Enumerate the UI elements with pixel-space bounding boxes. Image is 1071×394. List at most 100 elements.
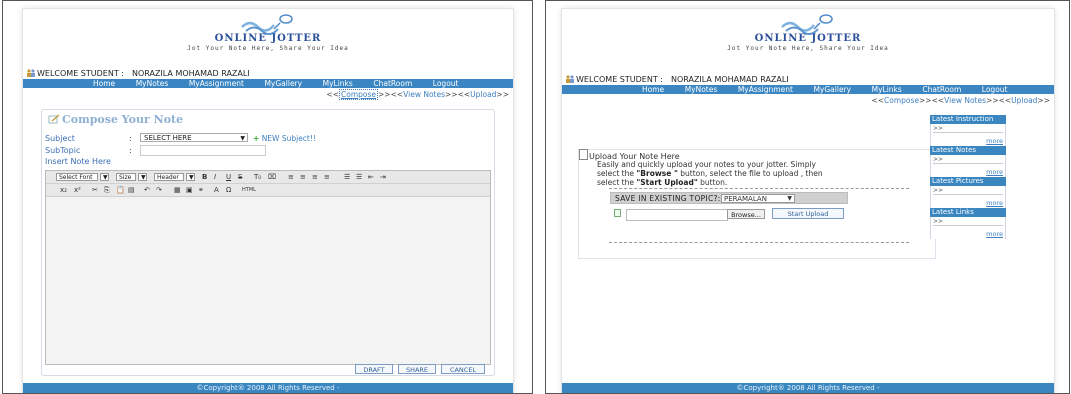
new-subject-text: NEW Subject!! — [261, 134, 316, 143]
redo-icon[interactable]: ↷ — [156, 186, 162, 194]
rich-text-editor: Select Font ▼ Size ▼ Header ▼ B I U S T₀… — [45, 170, 491, 365]
upload-form: Upload Your Note Here Easily and quickly… — [578, 149, 936, 259]
new-subject-link[interactable]: + NEW Subject!! — [253, 134, 316, 143]
file-path-input[interactable] — [626, 209, 728, 221]
subnav-separator: >><< — [378, 90, 404, 99]
chevron-down-icon: ▼ — [240, 135, 245, 142]
more-notes-link[interactable]: more — [986, 168, 1003, 176]
sidebar-box-pictures: >> more — [930, 186, 1006, 208]
subject-select[interactable]: SELECT HERE ▼ — [140, 133, 248, 142]
align-justify-icon[interactable]: ≡ — [324, 173, 330, 181]
cancel-button[interactable]: CANCEL — [441, 364, 485, 374]
welcome-bar: WELCOME STUDENT : NORAZILA MOHAMAD RAZALI — [26, 69, 250, 78]
cut-icon[interactable]: ✂ — [92, 186, 98, 194]
upload-desc-line: select the "Browse " button, select the … — [597, 169, 897, 178]
align-center-icon[interactable]: ≡ — [300, 173, 306, 181]
nav-mynotes[interactable]: MyNotes — [685, 85, 718, 94]
student-name: NORAZILA MOHAMAD RAZALI — [670, 75, 789, 84]
special-char-icon[interactable]: Ω — [226, 186, 231, 194]
copy-icon[interactable]: ⎘ — [104, 186, 110, 194]
nav-myassignment[interactable]: MyAssignment — [189, 79, 244, 88]
strikethrough-icon[interactable]: S — [238, 173, 242, 181]
outdent-icon[interactable]: ⇤ — [368, 173, 374, 181]
footer: ©Copyright® 2008 All Rights Reserved - — [562, 383, 1054, 393]
subnav-separator: >><< — [445, 90, 471, 99]
nav-chatroom[interactable]: ChatRoom — [373, 79, 412, 88]
spellcheck-icon[interactable]: A — [214, 186, 219, 194]
subscript-icon[interactable]: x₂ — [60, 186, 67, 194]
nav-myassignment[interactable]: MyAssignment — [738, 85, 793, 94]
nav-mylinks[interactable]: MyLinks — [323, 79, 353, 88]
more-links-link[interactable]: more — [986, 230, 1003, 238]
nav-mylinks[interactable]: MyLinks — [872, 85, 902, 94]
underline-icon[interactable]: U — [226, 173, 231, 181]
note-editor-area[interactable] — [46, 198, 490, 364]
draft-button[interactable]: DRAFT — [355, 364, 393, 374]
upload-desc-line: select the "Start Upload" button. — [597, 178, 897, 187]
paste-word-icon[interactable]: ▤ — [128, 186, 135, 194]
subnav-upload[interactable]: Upload — [470, 90, 496, 99]
subnav-view-notes[interactable]: View Notes — [403, 90, 445, 99]
subnav-compose[interactable]: Compose — [339, 89, 379, 100]
subject-row: Subject : SELECT HERE ▼ + NEW Subject!! — [45, 133, 316, 143]
header-dropdown[interactable]: Header — [154, 173, 184, 181]
site-logo[interactable]: ONLINE JOTTER Jot Your Note Here, Share … — [23, 11, 513, 52]
size-dropdown[interactable]: Size — [116, 173, 136, 181]
header-dropdown-arrow-icon[interactable]: ▼ — [186, 173, 195, 181]
topic-select[interactable]: PERAMALAN ▼ — [721, 194, 795, 203]
italic-icon[interactable]: I — [214, 173, 216, 181]
upload-page: ONLINE JOTTER Jot Your Note Here, Share … — [562, 9, 1054, 393]
link-icon[interactable]: ⚭ — [198, 186, 204, 194]
more-instruction-link[interactable]: more — [986, 137, 1003, 145]
font-dropdown[interactable]: Select Font — [56, 173, 98, 181]
subnav-separator: >><< — [986, 96, 1012, 105]
paste-icon[interactable]: 📋 — [116, 186, 125, 194]
undo-icon[interactable]: ↶ — [144, 186, 150, 194]
nav-mynotes[interactable]: MyNotes — [136, 79, 169, 88]
align-right-icon[interactable]: ≡ — [312, 173, 318, 181]
subtopic-input[interactable] — [140, 145, 266, 156]
notes-subnav: <<Compose>><<View Notes>><<Upload>> — [326, 89, 509, 100]
nav-logout[interactable]: Logout — [982, 85, 1008, 94]
nav-home[interactable]: Home — [642, 85, 664, 94]
more-pictures-link[interactable]: more — [986, 199, 1003, 207]
nav-mygallery[interactable]: MyGallery — [813, 85, 851, 94]
html-source-icon[interactable]: HTML — [242, 186, 256, 194]
site-logo[interactable]: ONLINE JOTTER Jot Your Note Here, Share … — [562, 11, 1054, 52]
start-upload-button[interactable]: Start Upload — [772, 208, 844, 219]
unordered-list-icon[interactable]: ☰ — [356, 173, 362, 181]
text-color-icon[interactable]: T₀ — [254, 173, 261, 181]
file-attach-icon — [614, 209, 621, 217]
highlight-icon[interactable]: ⌧ — [268, 173, 276, 181]
nav-home[interactable]: Home — [93, 79, 115, 88]
subject-select-value: SELECT HERE — [144, 134, 192, 142]
ordered-list-icon[interactable]: ☰ — [344, 173, 350, 181]
subnav-separator: << — [326, 90, 339, 99]
main-nav: Home MyNotes MyAssignment MyGallery MyLi… — [23, 79, 513, 88]
sidebar-arrow: >> — [933, 156, 944, 163]
align-left-icon[interactable]: ≡ — [288, 173, 294, 181]
compose-title-text: Compose Your Note — [62, 113, 184, 126]
table-icon[interactable]: ▦ — [174, 186, 181, 194]
subnav-compose[interactable]: Compose — [884, 96, 919, 105]
browse-button[interactable]: Browse... — [727, 209, 765, 219]
nav-mygallery[interactable]: MyGallery — [264, 79, 302, 88]
image-icon[interactable]: ▣ — [186, 186, 193, 194]
font-dropdown-arrow-icon[interactable]: ▼ — [100, 173, 109, 181]
editor-toolbar-bottom: x₂ x² ✂ ⎘ 📋 ▤ ↶ ↷ ▦ ▣ ⚭ A Ω HTML — [46, 184, 490, 197]
welcome-bar: WELCOME STUDENT : NORAZILA MOHAMAD RAZALI — [565, 75, 789, 84]
size-dropdown-arrow-icon[interactable]: ▼ — [138, 173, 147, 181]
nav-logout[interactable]: Logout — [433, 79, 459, 88]
share-button[interactable]: SHARE — [398, 364, 436, 374]
desc-text: button. — [697, 178, 728, 187]
bold-icon[interactable]: B — [202, 173, 207, 181]
topic-bar: SAVE IN EXISTING TOPIC?: PERAMALAN ▼ — [610, 192, 848, 204]
nav-chatroom[interactable]: ChatRoom — [922, 85, 961, 94]
logo-tagline: Jot Your Note Here, Share Your Idea — [187, 45, 349, 52]
subnav-view-notes[interactable]: View Notes — [944, 96, 986, 105]
indent-icon[interactable]: ⇥ — [380, 173, 386, 181]
subnav-separator: >> — [496, 90, 509, 99]
superscript-icon[interactable]: x² — [74, 186, 81, 194]
desc-text: select the — [597, 178, 637, 187]
subnav-upload[interactable]: Upload — [1011, 96, 1037, 105]
